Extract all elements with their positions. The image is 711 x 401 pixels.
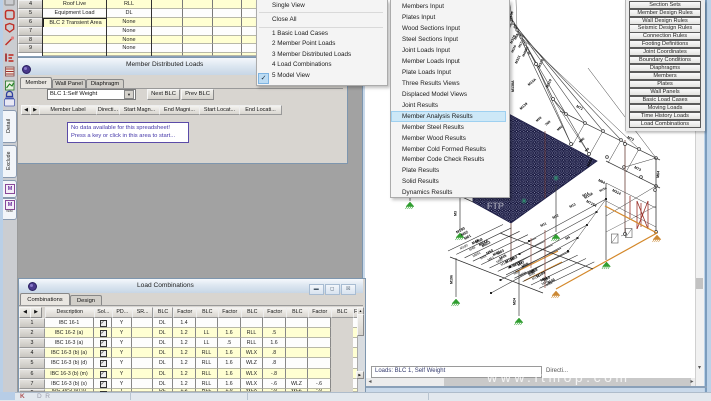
svg-text:M50: M50 (519, 271, 527, 278)
svg-text:M71: M71 (576, 104, 584, 111)
svg-text:M190: M190 (459, 243, 468, 251)
svg-text:M138A: M138A (511, 80, 515, 92)
svg-text:WW.: WW. (466, 206, 479, 212)
svg-text:M139: M139 (519, 102, 528, 111)
svg-text:M73: M73 (634, 165, 642, 172)
svg-text:M318: M318 (537, 59, 544, 69)
svg-text:M84: M84 (598, 178, 606, 185)
svg-text:FTP: FTP (487, 201, 504, 211)
svg-text:M11: M11 (540, 221, 548, 227)
svg-text:M3: M3 (454, 211, 458, 216)
svg-text:M316: M316 (510, 44, 517, 53)
svg-text:M15A: M15A (527, 77, 537, 86)
svg-text:M12: M12 (552, 213, 560, 220)
svg-text:M58: M58 (535, 116, 542, 123)
svg-text:M196: M196 (450, 275, 454, 284)
svg-text:M24: M24 (513, 298, 517, 305)
svg-text:M7154: M7154 (586, 199, 598, 208)
svg-text:M80: M80 (578, 137, 585, 144)
svg-text:M4: M4 (565, 235, 571, 241)
svg-text:M311: M311 (514, 55, 521, 65)
svg-text:7M9: 7M9 (544, 120, 551, 127)
svg-text:M314: M314 (612, 188, 622, 196)
svg-text:M64: M64 (656, 171, 660, 178)
svg-text:M49: M49 (468, 245, 476, 252)
svg-text:M13: M13 (569, 202, 577, 209)
